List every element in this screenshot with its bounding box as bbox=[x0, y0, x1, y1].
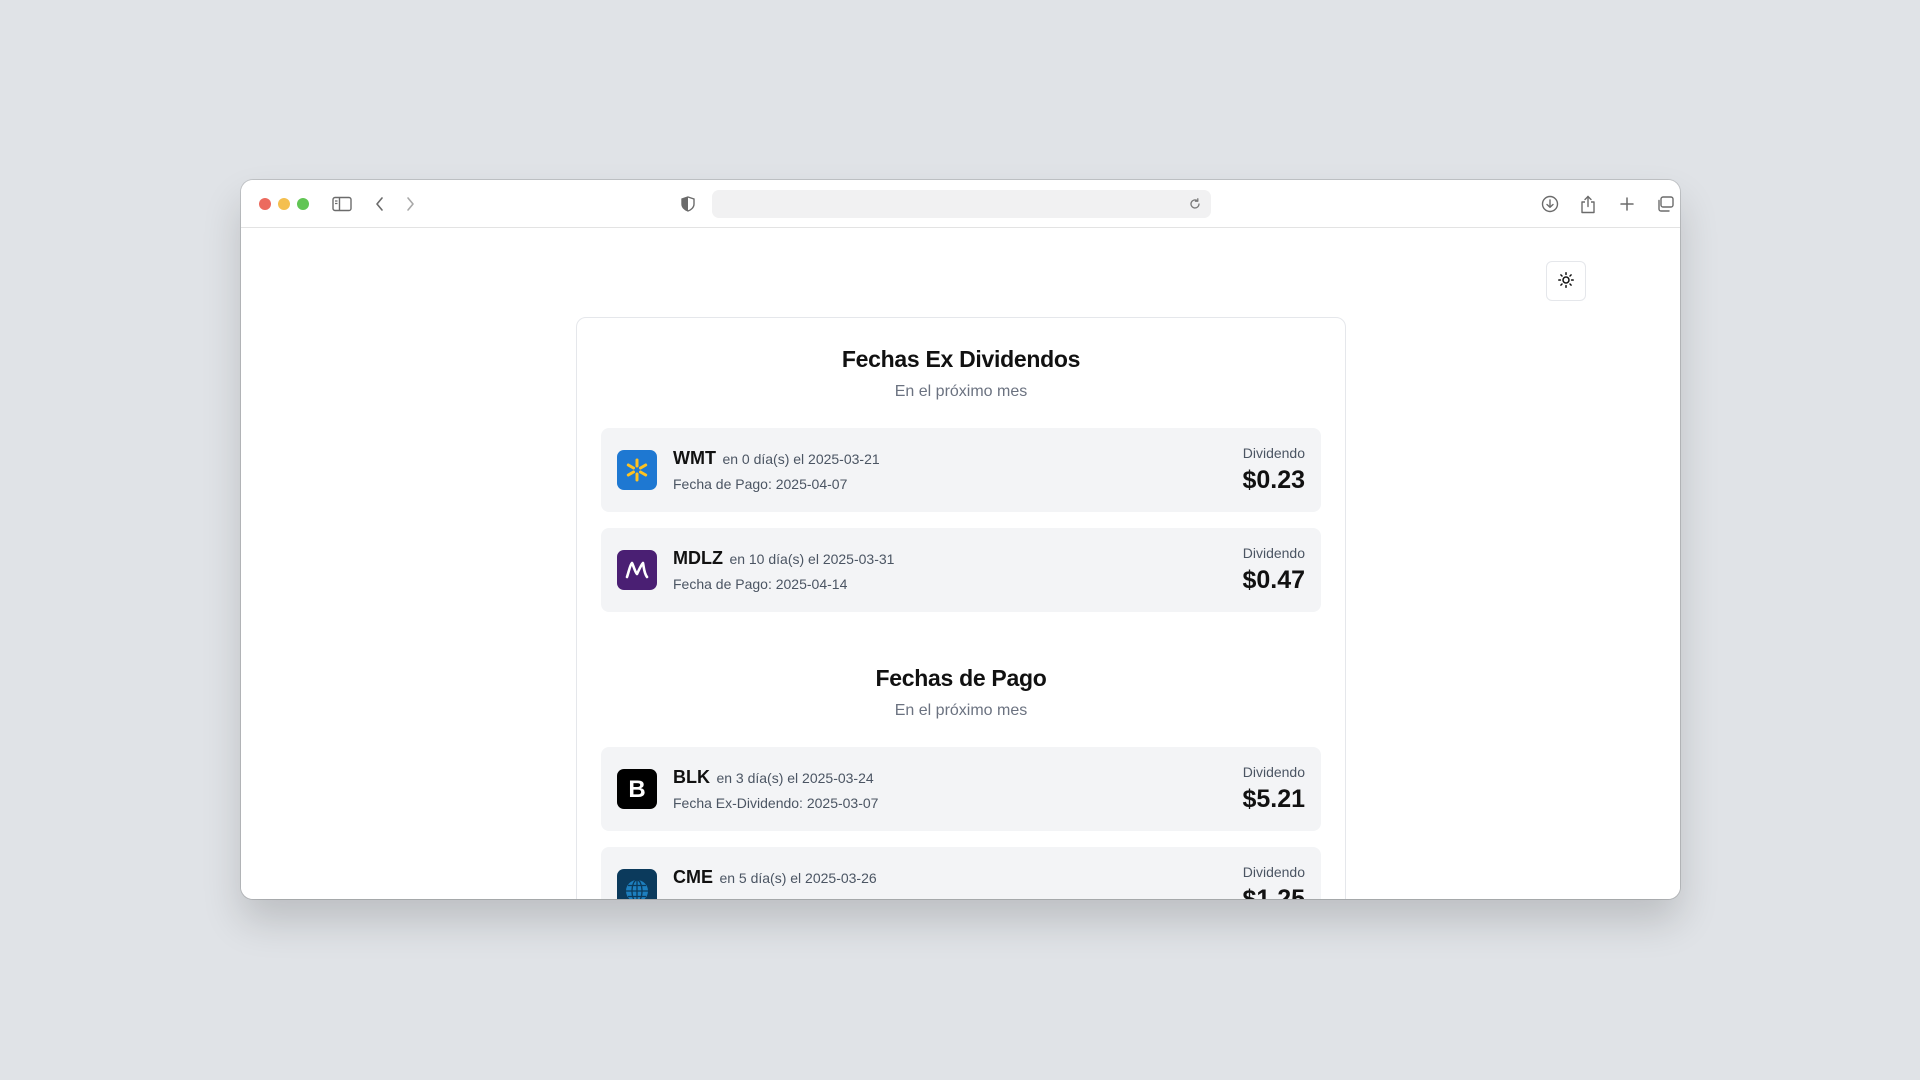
svg-text:B: B bbox=[628, 776, 645, 803]
payment-dates-header: Fechas de Pago En el próximo mes bbox=[577, 665, 1345, 720]
dividend-row-blk[interactable]: B BLK en 3 día(s) el 2025-03-24 Fecha Ex… bbox=[601, 747, 1321, 831]
payment-date: Fecha de Pago: 2025-04-07 bbox=[673, 476, 848, 492]
section-title: Fechas de Pago bbox=[875, 665, 1047, 691]
download-icon[interactable] bbox=[1537, 192, 1563, 216]
sun-icon bbox=[1558, 271, 1574, 291]
mondelez-m-icon bbox=[617, 550, 657, 590]
minimize-window-button[interactable] bbox=[278, 198, 290, 210]
share-icon[interactable] bbox=[1575, 192, 1601, 216]
cme-globe-icon bbox=[617, 869, 657, 899]
payment-date: en 5 día(s) el 2025-03-26 bbox=[719, 870, 877, 886]
dividend-row-wmt[interactable]: WMT en 0 día(s) el 2025-03-21 Fecha de P… bbox=[601, 428, 1321, 512]
new-tab-plus-icon[interactable] bbox=[1614, 192, 1640, 216]
tab-overview-icon[interactable] bbox=[1652, 192, 1678, 216]
dividend-amount: $1.25 bbox=[1242, 885, 1305, 899]
ticker-symbol: WMT bbox=[673, 448, 716, 468]
blackrock-b-icon: B bbox=[617, 769, 657, 809]
page-content: Fechas Ex Dividendos En el próximo mes W… bbox=[241, 229, 1680, 899]
section-subtitle: En el próximo mes bbox=[894, 383, 1028, 400]
section-title: Fechas Ex Dividendos bbox=[841, 346, 1081, 372]
payment-date: en 3 día(s) el 2025-03-24 bbox=[716, 770, 874, 786]
dividend-amount: $0.23 bbox=[1242, 466, 1305, 494]
ticker-symbol: MDLZ bbox=[673, 548, 723, 568]
address-bar[interactable] bbox=[712, 190, 1211, 218]
browser-toolbar bbox=[241, 180, 1680, 228]
payment-date: Fecha de Pago: 2025-04-14 bbox=[673, 576, 848, 592]
ex-dividend-date: en 0 día(s) el 2025-03-21 bbox=[722, 451, 880, 467]
dividends-card: Fechas Ex Dividendos En el próximo mes W… bbox=[576, 317, 1346, 899]
ticker-symbol: CME bbox=[673, 867, 713, 887]
dividend-label: Dividendo bbox=[1242, 864, 1305, 880]
walmart-spark-icon bbox=[617, 450, 657, 490]
dividend-amount: $5.21 bbox=[1242, 785, 1305, 813]
forward-chevron-icon[interactable] bbox=[397, 192, 423, 216]
privacy-shield-icon[interactable] bbox=[675, 192, 701, 216]
close-window-button[interactable] bbox=[259, 198, 271, 210]
dividend-amount: $0.47 bbox=[1242, 566, 1305, 594]
ex-dividend-header: Fechas Ex Dividendos En el próximo mes bbox=[577, 346, 1345, 401]
theme-toggle-button[interactable] bbox=[1546, 261, 1586, 301]
dividend-label: Dividendo bbox=[1242, 545, 1305, 561]
dividend-label: Dividendo bbox=[1242, 764, 1305, 780]
ex-dividend-date: en 10 día(s) el 2025-03-31 bbox=[729, 551, 895, 567]
dividend-label: Dividendo bbox=[1242, 445, 1305, 461]
zoom-window-button[interactable] bbox=[297, 198, 309, 210]
ex-dividend-date: Fecha Ex-Dividendo: 2025-03-07 bbox=[673, 795, 879, 811]
dividend-row-cme[interactable]: CME en 5 día(s) el 2025-03-26 Dividendo … bbox=[601, 847, 1321, 899]
ticker-symbol: BLK bbox=[673, 767, 710, 787]
sidebar-icon[interactable] bbox=[329, 192, 355, 216]
section-subtitle: En el próximo mes bbox=[894, 702, 1028, 719]
back-chevron-icon[interactable] bbox=[367, 192, 393, 216]
reload-icon[interactable] bbox=[1183, 192, 1207, 216]
browser-window: Fechas Ex Dividendos En el próximo mes W… bbox=[241, 180, 1680, 899]
dividend-row-mdlz[interactable]: MDLZ en 10 día(s) el 2025-03-31 Fecha de… bbox=[601, 528, 1321, 612]
